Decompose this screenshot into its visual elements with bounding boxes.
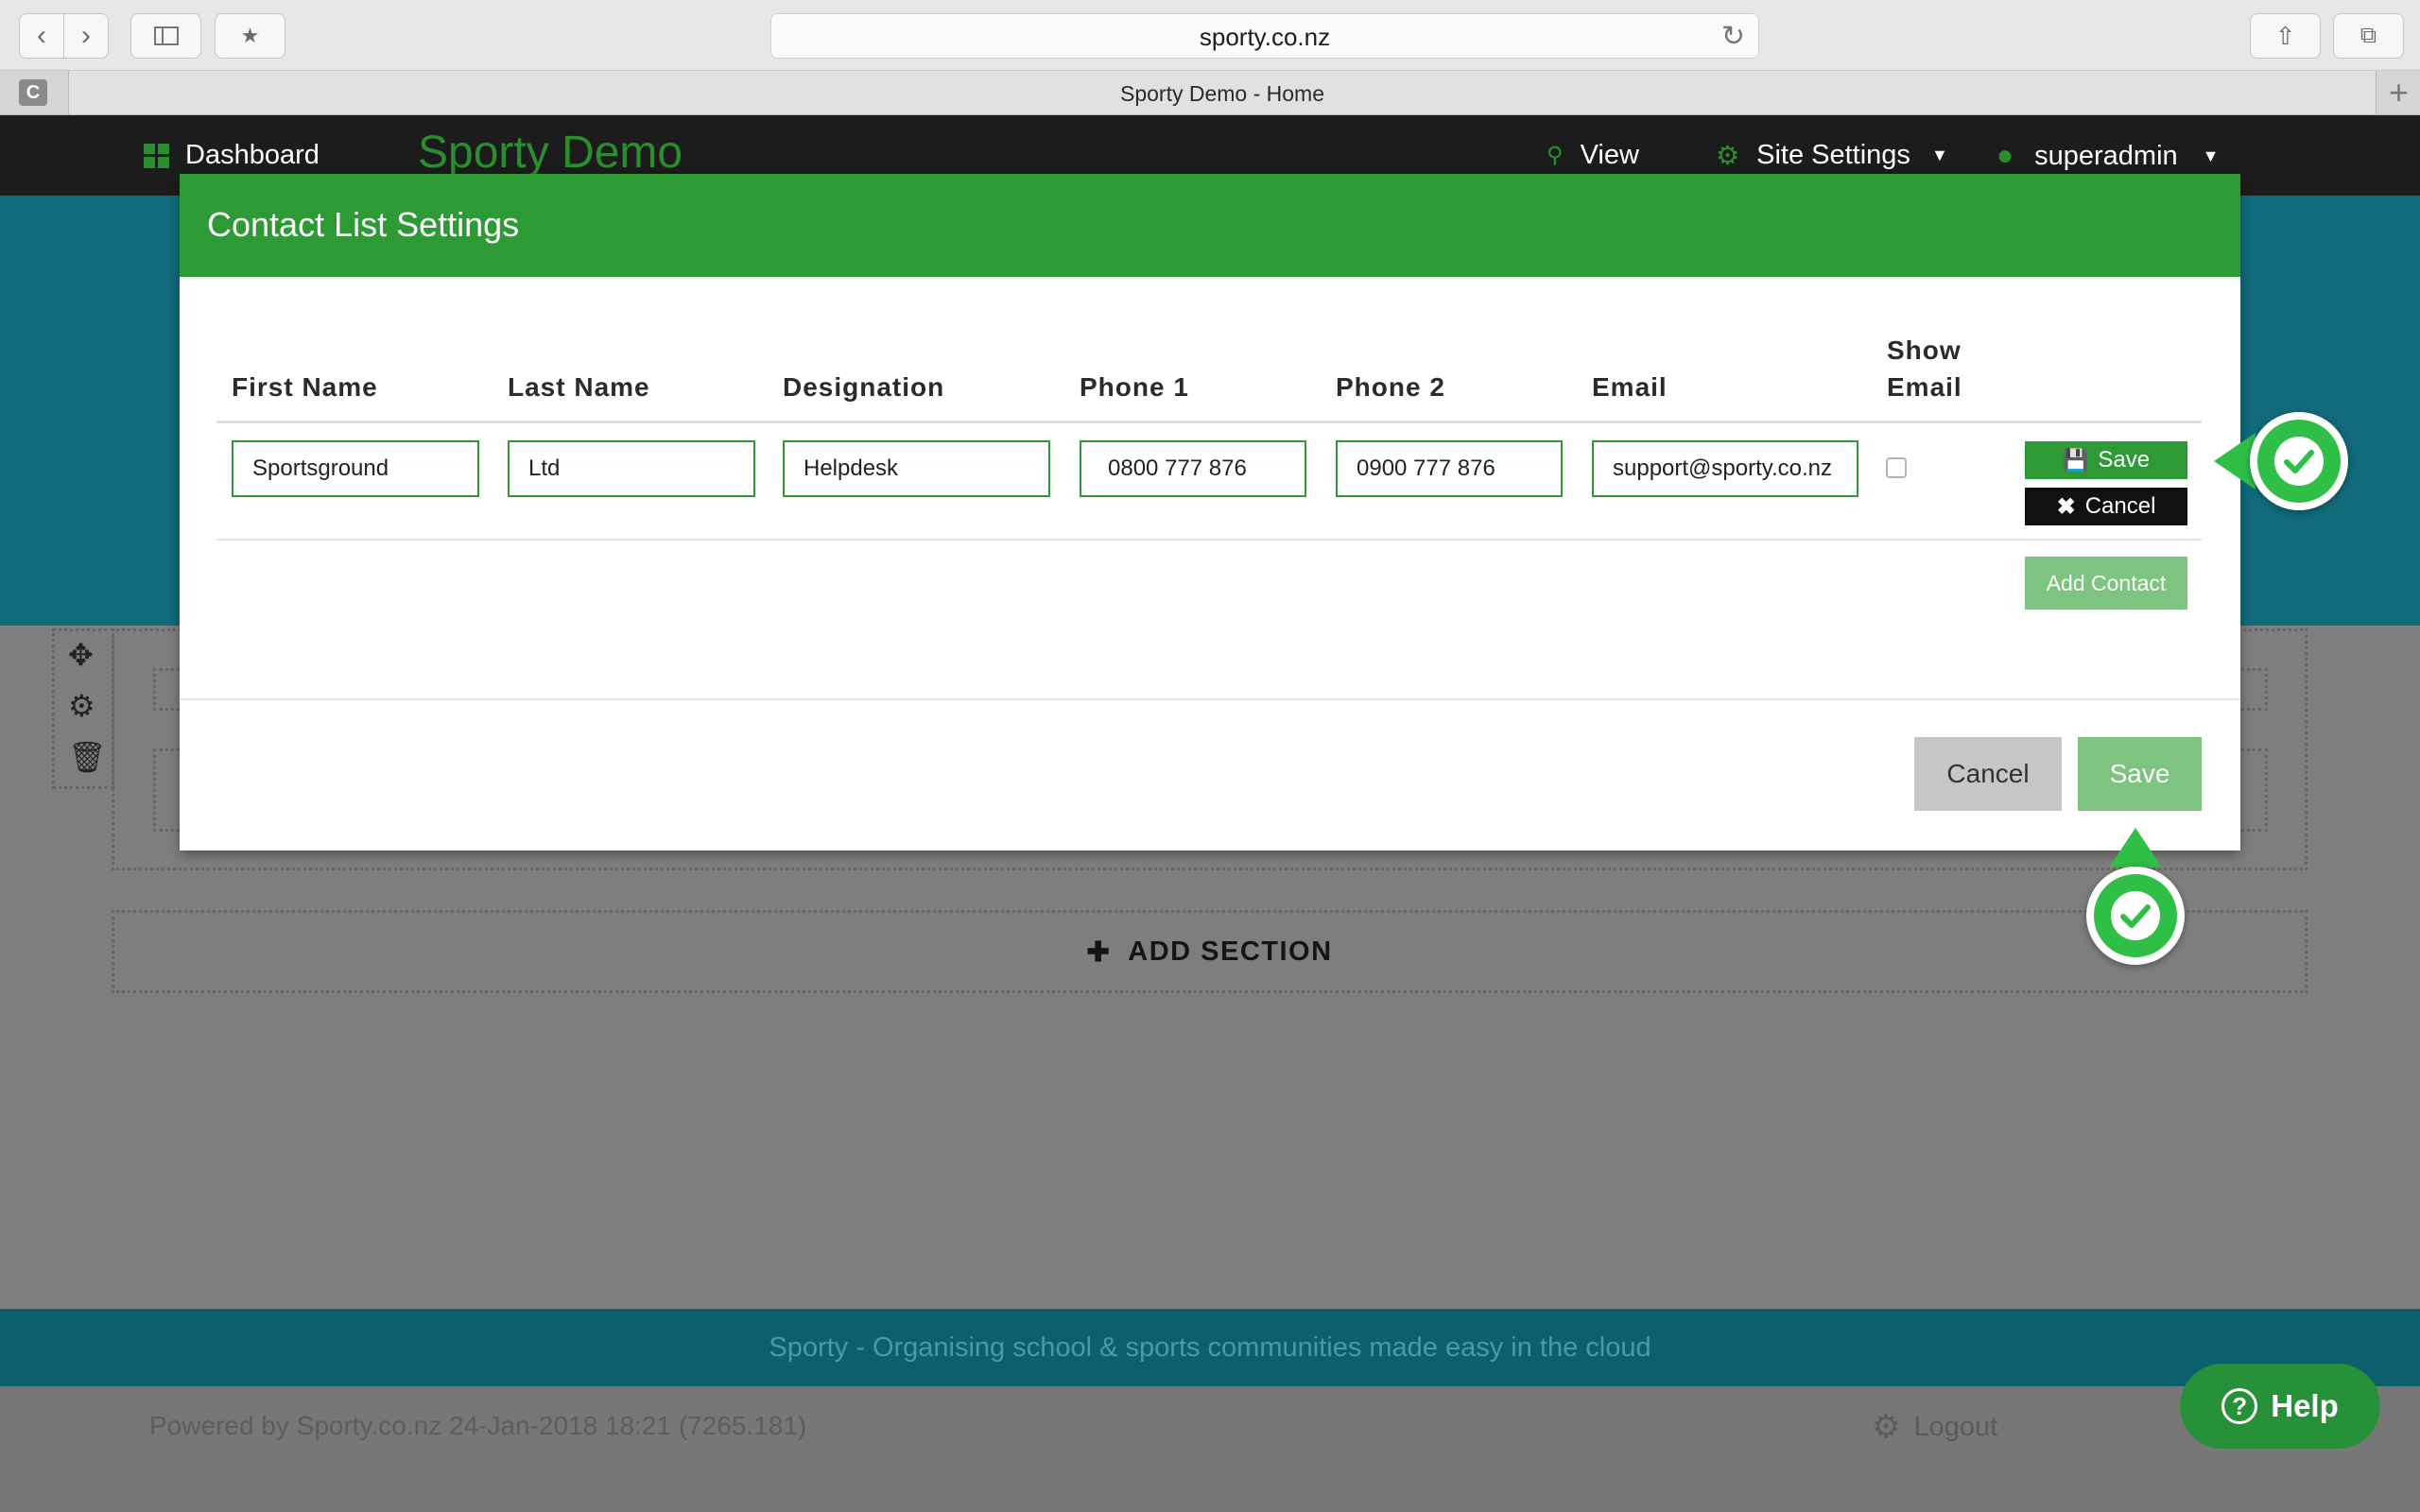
dashboard-grid-icon <box>144 143 169 168</box>
user-icon: ● <box>1996 140 2014 171</box>
check-icon <box>2274 437 2324 486</box>
modal-header: Contact List Settings <box>180 174 2240 277</box>
nav-view[interactable]: ⚲ View <box>1547 140 1639 171</box>
sidebar-toggle-button[interactable] <box>130 13 201 59</box>
footer-tagline: Sporty - Organising school & sports comm… <box>769 1332 1651 1363</box>
browser-toolbar: ‹ › ★ sporty.co.nz ↻ ⇧ ⧉ <box>0 0 2420 71</box>
header-divider <box>216 421 2202 423</box>
nav-dashboard[interactable]: Dashboard <box>144 140 320 171</box>
contact-list-settings-modal: Contact List Settings First Name Last Na… <box>180 174 2240 850</box>
sidebar-icon <box>153 26 179 45</box>
search-icon: ⚲ <box>1547 143 1564 168</box>
tabs-icon: ⧉ <box>2360 23 2377 48</box>
move-icon[interactable]: ✥ <box>68 637 94 673</box>
row-save-label: Save <box>2098 447 2151 472</box>
row-divider <box>216 539 2202 541</box>
tabs-overview-button[interactable]: ⧉ <box>2333 13 2404 59</box>
nav-site-settings-label: Site Settings <box>1756 140 1910 170</box>
nav-site-settings[interactable]: ⚙ Site Settings ▼ <box>1716 140 1948 171</box>
url-text: sporty.co.nz <box>1199 23 1331 51</box>
column-header-phone1: Phone 1 <box>1080 372 1189 402</box>
marker-badge <box>2257 420 2341 503</box>
first-name-input[interactable] <box>232 440 479 497</box>
step-marker-save-row <box>2250 412 2348 510</box>
gears-icon: ⚙ <box>1872 1409 1901 1445</box>
gear-icon: ⚙ <box>1716 141 1740 170</box>
pinned-tab-favicon[interactable]: C <box>19 79 47 106</box>
caret-down-icon: ▼ <box>1930 146 1948 164</box>
section-tools: ✥ ⚙ 🗑 <box>52 628 114 789</box>
email-input[interactable] <box>1592 440 1858 497</box>
share-icon: ⇧ <box>2274 21 2296 50</box>
modal-footer-divider <box>180 698 2240 700</box>
designation-input[interactable] <box>783 440 1050 497</box>
new-tab-icon[interactable]: + <box>2389 73 2409 112</box>
check-icon <box>2111 891 2160 940</box>
nav-user-label: superadmin <box>2034 140 2178 171</box>
url-bar[interactable]: sporty.co.nz ↻ <box>770 13 1759 59</box>
column-header-first-name: First Name <box>232 372 378 402</box>
row-cancel-button[interactable]: ✖ Cancel <box>2025 488 2187 525</box>
phone1-input[interactable] <box>1080 440 1306 497</box>
gear-icon[interactable]: ⚙ <box>68 688 95 724</box>
trash-icon[interactable]: 🗑 <box>68 739 107 775</box>
reload-icon[interactable]: ↻ <box>1721 20 1745 53</box>
bookmarks-button[interactable]: ★ <box>215 13 285 59</box>
chevron-left-icon: ‹ <box>37 20 46 51</box>
active-tab[interactable]: Sporty Demo - Home <box>68 71 2377 114</box>
add-section-label: ADD SECTION <box>1128 936 1333 967</box>
add-contact-button[interactable]: Add Contact <box>2025 557 2187 610</box>
column-header-show-email-line2: Email <box>1887 372 1962 402</box>
modal-save-button[interactable]: Save <box>2078 737 2202 811</box>
nav-user-menu[interactable]: ● superadmin ▼ <box>1996 140 2219 172</box>
modal-title: Contact List Settings <box>207 205 520 244</box>
share-button[interactable]: ⇧ <box>2250 13 2321 59</box>
site-title[interactable]: Sporty Demo <box>418 127 683 179</box>
column-header-last-name: Last Name <box>508 372 650 402</box>
row-cancel-label: Cancel <box>2084 493 2156 519</box>
column-header-email: Email <box>1592 372 1668 402</box>
modal-cancel-button[interactable]: Cancel <box>1914 737 2062 811</box>
add-section-button[interactable]: ✚ ADD SECTION <box>112 910 2308 993</box>
last-name-input[interactable] <box>508 440 755 497</box>
footer-band: Sporty - Organising school & sports comm… <box>0 1309 2420 1386</box>
powered-by-text: Powered by Sporty.co.nz 24-Jan-2018 18:2… <box>149 1411 807 1440</box>
column-header-phone2: Phone 2 <box>1336 372 1445 402</box>
plus-icon: ✚ <box>1086 936 1112 968</box>
show-email-checkbox[interactable] <box>1886 457 1907 478</box>
floppy-disk-icon: 💾 <box>2062 448 2089 472</box>
tab-strip: C Sporty Demo - Home + <box>0 71 2420 115</box>
phone2-input[interactable] <box>1336 440 1563 497</box>
step-marker-save-modal <box>2086 867 2185 965</box>
close-icon: ✖ <box>2056 493 2076 520</box>
chevron-right-icon: › <box>81 20 91 51</box>
column-header-show-email-line1: Show <box>1887 335 1962 365</box>
row-save-button[interactable]: 💾 Save <box>2025 441 2187 479</box>
star-icon: ★ <box>240 24 260 47</box>
question-icon: ? <box>2221 1388 2258 1424</box>
nav-view-label: View <box>1580 140 1639 170</box>
footer-bottom <box>0 1386 2420 1512</box>
tab-title: Sporty Demo - Home <box>1119 81 1324 106</box>
marker-pointer <box>2109 828 2162 868</box>
logout-label: Logout <box>1913 1411 1998 1442</box>
column-header-designation: Designation <box>783 372 945 402</box>
caret-down-icon: ▼ <box>2202 146 2220 165</box>
logout-link[interactable]: ⚙ Logout <box>1872 1408 1997 1446</box>
help-label: Help <box>2271 1388 2339 1423</box>
marker-badge <box>2094 874 2177 957</box>
nav-dashboard-label: Dashboard <box>185 140 320 170</box>
forward-button[interactable]: › <box>63 13 109 59</box>
help-button[interactable]: ? Help <box>2180 1364 2380 1449</box>
back-button[interactable]: ‹ <box>19 13 64 59</box>
